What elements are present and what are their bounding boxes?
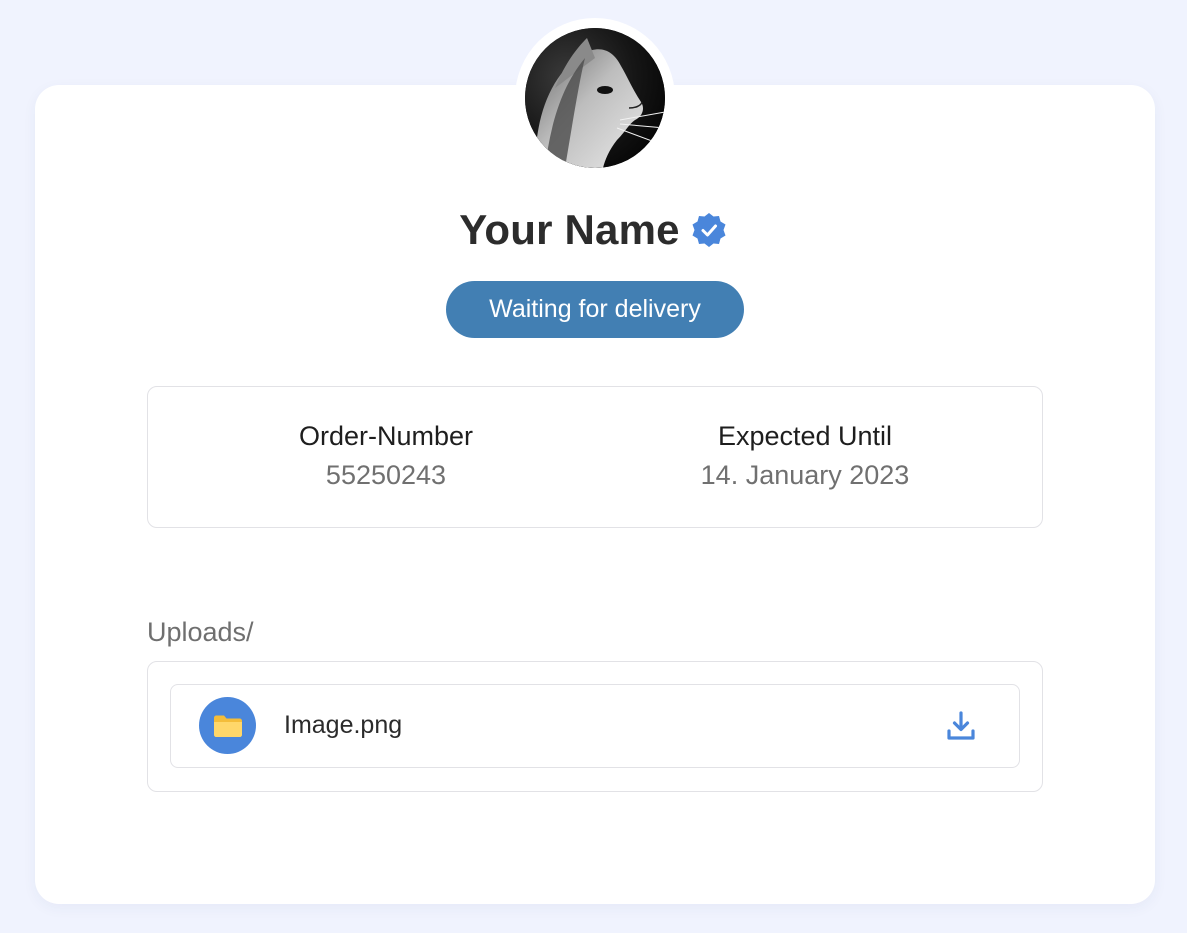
file-row[interactable]: Image.png — [170, 684, 1020, 768]
order-number-label: Order-Number — [298, 421, 474, 451]
order-number-value: 55250243 — [325, 460, 447, 490]
avatar — [525, 28, 665, 168]
expected-until-section: Expected Until 14. January 2023 — [645, 417, 965, 495]
expected-until-value: 14. January 2023 — [700, 460, 910, 490]
status-badge: Waiting for delivery — [446, 281, 744, 338]
order-number-section: Order-Number 55250243 — [226, 417, 546, 495]
file-name: Image.png — [284, 711, 403, 739]
expected-until-label: Expected Until — [717, 421, 893, 451]
order-info-box: Order-Number 55250243 Expected Until 14.… — [147, 386, 1043, 528]
file-icon-circle — [199, 697, 256, 754]
download-button[interactable] — [943, 708, 979, 744]
cat-profile-photo — [525, 28, 665, 168]
profile-name: Your Name — [459, 206, 680, 253]
uploads-title: Uploads/ — [147, 617, 254, 647]
profile-header: Your Name — [0, 203, 1187, 257]
download-icon — [947, 711, 975, 740]
verified-badge-icon — [690, 211, 728, 249]
folder-icon — [213, 715, 242, 737]
uploads-list: Image.png — [147, 661, 1043, 792]
